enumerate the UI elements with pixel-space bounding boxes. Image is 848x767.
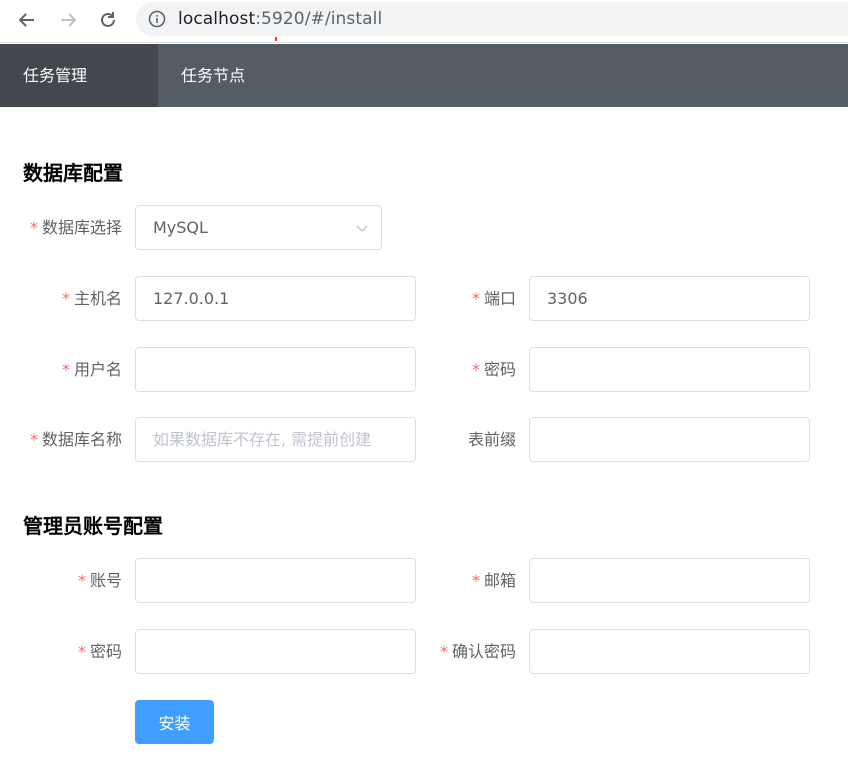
host-input[interactable] [135, 276, 416, 321]
required-star: * [439, 642, 448, 661]
admin-password-label: * 密码 [78, 629, 122, 674]
required-star: * [29, 430, 38, 449]
db-type-label: * 数据库选择 [30, 205, 122, 250]
table-prefix-input[interactable] [529, 417, 810, 462]
db-password-label-text: 密码 [483, 360, 516, 379]
url-text: localhost:5920/#/install [178, 2, 382, 36]
app-header: 任务管理 任务节点 [0, 44, 848, 107]
db-type-label-text: 数据库选择 [41, 218, 122, 237]
install-button[interactable]: 安装 [135, 700, 214, 744]
db-name-label: * 数据库名称 [30, 417, 122, 462]
url-host: localhost [178, 9, 256, 29]
db-name-label-text: 数据库名称 [41, 430, 122, 449]
db-username-input[interactable] [135, 347, 416, 392]
db-password-input[interactable] [529, 347, 810, 392]
required-star: * [29, 218, 38, 237]
admin-section-title: 管理员账号配置 [23, 514, 163, 538]
confirm-password-label: * 确认密码 [440, 629, 516, 674]
port-input[interactable] [529, 276, 810, 321]
loading-indicator [275, 37, 277, 41]
email-input[interactable] [529, 558, 810, 603]
url-path: :5920/#/install [255, 9, 383, 29]
db-password-label: * 密码 [472, 347, 516, 392]
confirm-password-label-text: 确认密码 [451, 642, 516, 661]
db-name-input[interactable] [135, 417, 416, 462]
admin-password-label-text: 密码 [89, 642, 122, 661]
account-input[interactable] [135, 558, 416, 603]
email-label: * 邮箱 [472, 558, 516, 603]
required-star: * [61, 360, 70, 379]
back-button[interactable] [14, 7, 40, 33]
host-label-text: 主机名 [73, 289, 122, 308]
account-label-text: 账号 [89, 571, 122, 590]
forward-button[interactable] [55, 7, 81, 33]
required-star: * [471, 289, 480, 308]
reload-icon [101, 12, 115, 27]
address-bar[interactable]: localhost:5920/#/install [136, 2, 848, 36]
account-label: * 账号 [78, 558, 122, 603]
required-star: * [61, 289, 70, 308]
tab-task-management[interactable]: 任务管理 [0, 44, 158, 107]
required-star: * [471, 571, 480, 590]
host-label: * 主机名 [62, 276, 122, 321]
db-type-value: MySQL [153, 218, 208, 237]
required-star: * [471, 360, 480, 379]
db-section-title: 数据库配置 [23, 161, 123, 185]
arrow-left-icon [18, 13, 34, 27]
table-prefix-label: 表前缀 [468, 417, 516, 462]
tab-task-nodes[interactable]: 任务节点 [158, 44, 298, 107]
username-label-text: 用户名 [73, 360, 122, 379]
chevron-down-icon [356, 225, 368, 232]
email-label-text: 邮箱 [483, 571, 516, 590]
confirm-password-input[interactable] [529, 629, 810, 674]
info-icon[interactable] [148, 10, 166, 28]
admin-password-input[interactable] [135, 629, 416, 674]
username-label: * 用户名 [62, 347, 122, 392]
reload-button[interactable] [95, 7, 121, 33]
port-label: * 端口 [472, 276, 516, 321]
required-star: * [77, 642, 86, 661]
arrow-right-icon [61, 13, 77, 27]
db-type-select[interactable]: MySQL [135, 205, 382, 250]
required-star: * [77, 571, 86, 590]
table-prefix-label-text: 表前缀 [467, 430, 516, 449]
browser-toolbar: localhost:5920/#/install [0, 0, 848, 43]
port-label-text: 端口 [483, 289, 516, 308]
